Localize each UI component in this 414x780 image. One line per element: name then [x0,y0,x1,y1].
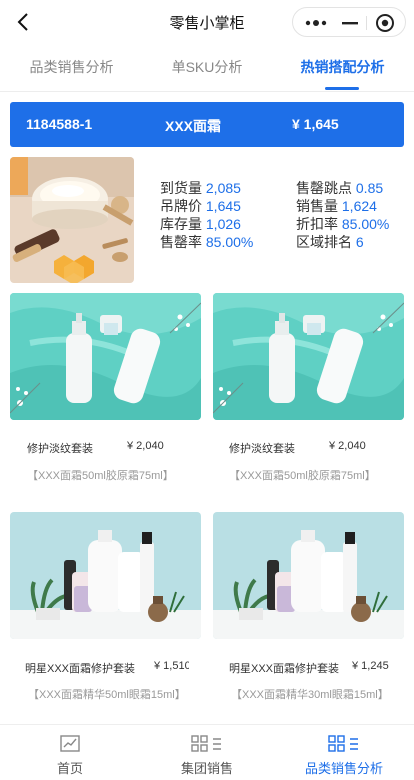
combo-image-1[interactable] [10,293,201,420]
tab-hot-combo[interactable]: 热销搭配分析 [271,44,414,91]
active-tab-indicator [325,87,359,90]
bottom-tab-home-label: 首页 [56,761,83,776]
teal-bottles-photo-icon [213,293,404,420]
combo-price-4: ¥ 1,245 [352,660,389,672]
bottom-tab-home[interactable]: 首页 [30,725,110,780]
stat-sellout-point: 售罄跳点 0.85 [296,180,384,196]
stat-sellout-rate: 售罄率 85.00% [160,234,254,250]
combo-title-4: 明星XXX面霜修护套装 [229,663,340,675]
combo-items-2: 【XXX面霜50ml胶原霜75ml】 [229,470,376,482]
stat-arrival: 到货量 2,085 [160,180,241,196]
top-navbar: 零售小掌柜 [0,0,414,44]
stat-tag-price: 吊牌价 1,645 [160,198,241,214]
combo-image-3[interactable] [10,512,201,639]
white-bottles-photo-icon [10,512,201,639]
bottom-tab-category-analysis-label: 品类销售分析 [304,761,383,776]
combo-image-2[interactable] [213,293,404,420]
tab-category-sales[interactable]: 品类销售分析 [0,44,143,91]
combo-price-1: ¥ 2,040 [127,440,164,452]
stat-region-rank: 区域排名 6 [296,234,364,250]
combo-price-3: ¥ 1,510 [154,660,189,672]
sku-price: ¥ 1,645 [292,116,339,132]
stat-discount-rate: 折扣率 85.00% [296,216,390,232]
sku-name: XXX面霜 [165,118,222,134]
grid-list-icon [328,735,358,752]
minimize-icon[interactable] [339,14,361,32]
combo-items-4: 【XXX面霜精华30ml眼霜15ml】 [231,689,389,701]
more-dots-icon[interactable] [303,14,329,32]
teal-bottles-photo-icon [10,293,201,420]
sku-banner[interactable]: 1184588-1 XXX面霜 ¥ 1,645 [10,102,404,147]
mini-program-capsule [292,7,406,37]
combo-title-1: 修护淡纹套装 [27,443,93,455]
combo-price-2: ¥ 2,040 [329,440,366,452]
combo-title-3: 明星XXX面霜修护套装 [25,663,136,675]
combo-title-2: 修护淡纹套装 [229,443,295,455]
combo-image-4[interactable] [213,512,404,639]
cream-jar-photo-icon [10,157,134,283]
stat-sales-volume: 销售量 1,624 [296,198,377,214]
sku-code: 1184588-1 [26,116,93,132]
stat-inventory: 库存量 1,026 [160,216,241,232]
combo-items-3: 【XXX面霜精华50ml眼霜15ml】 [28,689,186,701]
tab-single-sku[interactable]: 单SKU分析 [143,44,271,91]
bottom-tab-group-sales[interactable]: 集团销售 [167,725,247,780]
analysis-tabs: 品类销售分析 单SKU分析 热销搭配分析 [0,44,414,92]
bottom-tab-group-sales-label: 集团销售 [180,761,233,776]
product-image [10,157,134,283]
grid-list-icon [191,735,221,752]
capsule-divider [366,16,367,30]
combo-items-1: 【XXX面霜50ml胶原霜75ml】 [27,470,174,482]
close-target-icon[interactable] [375,13,395,33]
chart-icon [60,735,80,752]
bottom-tab-category-analysis[interactable]: 品类销售分析 [296,725,392,780]
bottom-tabbar: 首页 集团销售 品类销售分析 [0,724,414,780]
white-bottles-photo-icon [213,512,404,639]
